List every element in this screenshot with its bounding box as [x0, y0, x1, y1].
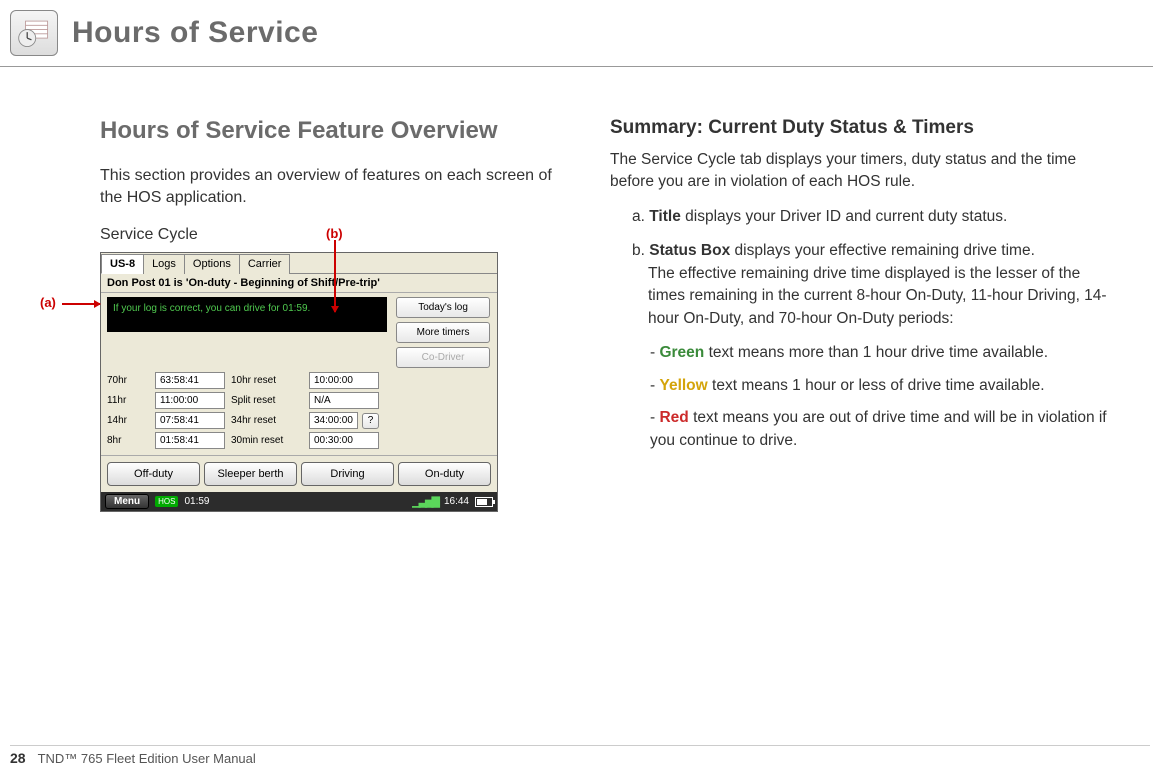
section-title: Hours of Service Feature Overview — [100, 117, 570, 145]
timer-label: 8hr — [107, 435, 149, 446]
hos-time: 01:59 — [184, 496, 209, 507]
item-a-prefix: a. — [632, 208, 649, 225]
screenshot-mock: US-8 Logs Options Carrier Don Post 01 is… — [100, 252, 498, 512]
driving-button[interactable]: Driving — [301, 462, 394, 486]
co-driver-button[interactable]: Co-Driver — [396, 347, 490, 368]
timer-label: Split reset — [231, 395, 303, 406]
green-rest: text means more than 1 hour drive time a… — [704, 344, 1048, 361]
tab-logs[interactable]: Logs — [143, 254, 185, 274]
clock-time: 16:44 — [444, 496, 469, 507]
yellow-word: Yellow — [659, 377, 707, 394]
book-title: TND™ 765 Fleet Edition User Manual — [38, 751, 256, 766]
summary-title: Summary: Current Duty Status & Timers — [610, 117, 1113, 139]
timer-label: 70hr — [107, 375, 149, 386]
page-footer: 28 TND™ 765 Fleet Edition User Manual — [10, 745, 1150, 766]
yellow-rest: text means 1 hour or less of drive time … — [708, 377, 1045, 394]
chapter-header: Hours of Service — [0, 0, 1153, 67]
timer-grid: 70hr 63:58:41 10hr reset 10:00:00 11hr 1… — [101, 368, 381, 455]
red-word: Red — [659, 409, 688, 426]
timer-value: 63:58:41 — [155, 372, 225, 389]
item-a-bold: Title — [649, 208, 681, 225]
item-b-rest1: displays your effective remaining drive … — [730, 242, 1035, 259]
bullet-yellow: - Yellow text means 1 hour or less of dr… — [610, 375, 1113, 397]
bullet-green: - Green text means more than 1 hour driv… — [610, 342, 1113, 364]
hos-badge: HOS — [155, 496, 178, 507]
item-a-rest: displays your Driver ID and current duty… — [681, 208, 1008, 225]
timer-value: 10:00:00 — [309, 372, 379, 389]
menu-button[interactable]: Menu — [105, 494, 149, 509]
service-cycle-figure: (a) (b) US-8 Logs Options Carrier Don Po… — [100, 252, 500, 512]
item-b-rest2: The effective remaining drive time displ… — [632, 263, 1113, 330]
bullet-red: - Red text means you are out of drive ti… — [610, 407, 1113, 452]
timer-value: N/A — [309, 392, 379, 409]
tab-us8[interactable]: US-8 — [101, 254, 144, 274]
signal-icon: ▁▃▅▇ — [412, 495, 438, 508]
off-duty-button[interactable]: Off-duty — [107, 462, 200, 486]
on-duty-button[interactable]: On-duty — [398, 462, 491, 486]
help-button[interactable]: ? — [362, 413, 379, 429]
timer-label: 11hr — [107, 395, 149, 406]
summary-lead: The Service Cycle tab displays your time… — [610, 149, 1113, 194]
item-b-prefix: b. — [632, 242, 649, 259]
tab-carrier[interactable]: Carrier — [239, 254, 291, 274]
timer-label: 14hr — [107, 415, 149, 426]
timer-value: 01:58:41 — [155, 432, 225, 449]
todays-log-button[interactable]: Today's log — [396, 297, 490, 318]
item-b: b. Status Box displays your effective re… — [610, 240, 1113, 330]
page-number: 28 — [10, 750, 26, 766]
timer-value: 34:00:00 — [309, 412, 358, 429]
item-a: a. Title displays your Driver ID and cur… — [610, 206, 1113, 228]
intro-text: This section provides an overview of fea… — [100, 165, 570, 208]
arrow-a — [62, 303, 100, 305]
timer-value: 11:00:00 — [155, 392, 225, 409]
chapter-title: Hours of Service — [72, 16, 318, 50]
timer-label: 30min reset — [231, 435, 303, 446]
timer-value: 00:30:00 — [309, 432, 379, 449]
timer-value: 07:58:41 — [155, 412, 225, 429]
arrow-b — [334, 240, 336, 312]
battery-icon — [475, 497, 493, 507]
more-timers-button[interactable]: More timers — [396, 322, 490, 343]
item-b-bold: Status Box — [649, 242, 730, 259]
tab-options[interactable]: Options — [184, 254, 240, 274]
timer-label: 34hr reset — [231, 415, 303, 426]
callout-b: (b) — [326, 226, 343, 241]
timer-label: 10hr reset — [231, 375, 303, 386]
red-rest: text means you are out of drive time and… — [650, 409, 1107, 448]
clock-log-icon — [10, 10, 58, 56]
callout-a: (a) — [40, 295, 56, 310]
shot-title-bar: Don Post 01 is 'On-duty - Beginning of S… — [101, 274, 497, 293]
green-word: Green — [659, 344, 704, 361]
sleeper-berth-button[interactable]: Sleeper berth — [204, 462, 297, 486]
status-box: If your log is correct, you can drive fo… — [107, 297, 387, 332]
